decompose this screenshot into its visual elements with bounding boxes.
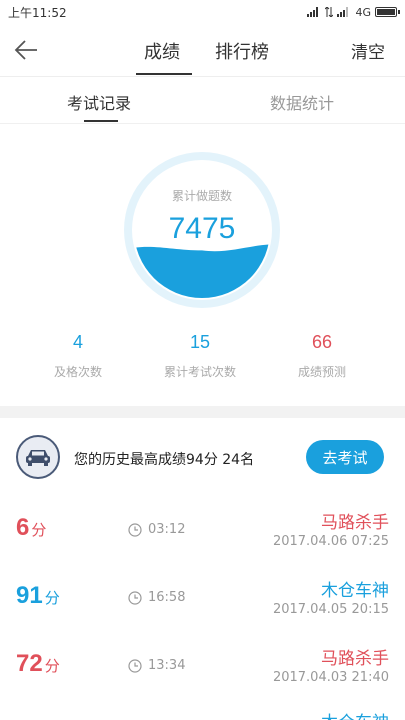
- record-duration: 16:58: [128, 590, 185, 605]
- clock-icon: [128, 522, 142, 537]
- active-tab-indicator: [136, 73, 192, 75]
- car-icon: [26, 450, 50, 466]
- tab-score[interactable]: 成绩: [144, 38, 180, 64]
- clear-button[interactable]: 清空: [351, 38, 385, 63]
- stat-exam-count: 15 累计考试次数: [140, 332, 260, 380]
- record-duration: 13:34: [128, 658, 185, 673]
- record-time: 16:58: [148, 590, 186, 605]
- record-duration: 03:12: [128, 522, 185, 537]
- record-title: 木仓车神: [321, 581, 389, 601]
- status-time: 上午11:52: [8, 6, 67, 20]
- record-score: 72 分: [16, 650, 60, 677]
- status-icons: 4G: [307, 4, 400, 20]
- network-type: 4G: [355, 5, 371, 19]
- stat-label: 成绩预测: [297, 365, 346, 379]
- stat-score-forecast: 66 成绩预测: [262, 332, 382, 380]
- best-score-row: 您的历史最高成绩94分 24名 去考试: [0, 418, 405, 500]
- record-row[interactable]: 6分 03:12 马路杀手 2017.04.06 07:25: [0, 500, 405, 568]
- record-title: 马路杀手: [321, 513, 389, 533]
- gauge-label: 累计做题数: [171, 189, 232, 203]
- record-title: 木仓车神: [321, 708, 389, 720]
- tab-data-stats[interactable]: 数据统计: [270, 90, 334, 114]
- back-button[interactable]: [14, 34, 54, 66]
- go-exam-button[interactable]: 去考试: [306, 440, 384, 474]
- tab-rank[interactable]: 排行榜: [215, 38, 269, 64]
- stat-label: 累计考试次数: [163, 365, 236, 379]
- record-row[interactable]: 木仓车神: [0, 704, 405, 720]
- sub-tab-indicator: [84, 120, 118, 122]
- record-score: 6分: [16, 514, 47, 541]
- clock-icon: [128, 590, 142, 605]
- gauge-value: 7475: [168, 212, 236, 245]
- tab-exam-records[interactable]: 考试记录: [67, 90, 131, 114]
- record-score: 91 分: [16, 582, 60, 609]
- car-avatar: [16, 435, 60, 479]
- arrow-left-icon: [14, 40, 37, 60]
- record-time: 13:34: [148, 658, 186, 673]
- record-date: 2017.04.05 20:15: [272, 602, 389, 617]
- status-bar: 上午11:52 4G: [0, 0, 405, 24]
- record-time: 03:12: [148, 522, 186, 537]
- stat-value: 66: [311, 332, 333, 352]
- battery-icon: [375, 7, 400, 17]
- best-score-text: 您的历史最高成绩94分 24名: [74, 452, 255, 468]
- record-title: 马路杀手: [321, 649, 389, 669]
- stats-panel: 累计做题数 7475 4 及格次数 15 累计考试次数 66 成绩预测: [0, 124, 405, 406]
- stat-value: 15: [189, 332, 211, 352]
- record-row[interactable]: 72 分 13:34 马路杀手 2017.04.03 21:40: [0, 636, 405, 704]
- section-divider: [0, 406, 405, 418]
- signal-icon: [307, 7, 319, 17]
- stat-label: 及格次数: [53, 365, 102, 379]
- stat-pass-count: 4 及格次数: [18, 332, 138, 380]
- signal-icon-2: [337, 7, 349, 17]
- record-date: 2017.04.03 21:40: [272, 670, 389, 685]
- stat-value: 4: [72, 332, 83, 352]
- data-transfer-icon: [325, 7, 334, 17]
- clock-icon: [128, 658, 142, 673]
- record-row[interactable]: 91 分 16:58 木仓车神 2017.04.05 20:15: [0, 568, 405, 636]
- sub-tabs: 考试记录 数据统计: [0, 77, 405, 124]
- top-nav: 成绩 排行榜 清空: [0, 24, 405, 77]
- record-date: 2017.04.06 07:25: [272, 534, 389, 549]
